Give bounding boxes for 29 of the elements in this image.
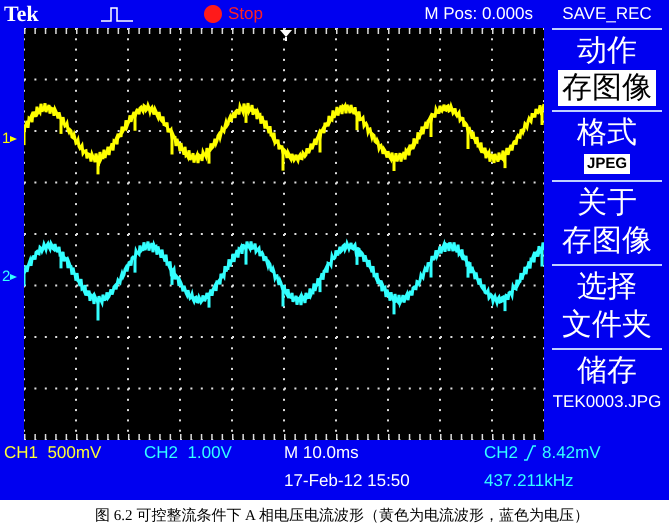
brand-logo: Tek <box>4 1 40 27</box>
figure-caption: 图 6.2 可控整流条件下 A 相电压电流波形（黄色为电流波形，蓝色为电压） <box>94 506 590 525</box>
menu-label[interactable]: 格式 <box>577 114 637 152</box>
menu-label[interactable]: 动作 <box>577 32 637 70</box>
arrow-icon <box>10 134 18 142</box>
frequency-readout: 437.211kHz <box>484 471 574 491</box>
rising-edge-icon <box>524 445 536 461</box>
menu-label[interactable]: 储存 <box>577 352 637 390</box>
trigger-source: CH2 <box>484 443 518 463</box>
menu-value[interactable]: 存图像 <box>558 70 656 106</box>
menu-value[interactable]: JPEG <box>584 154 630 174</box>
menu-label[interactable]: 关于 <box>577 184 637 222</box>
menu-label[interactable]: 存图像 <box>562 222 652 260</box>
trigger-level: 8.42mV <box>542 443 601 463</box>
menu-label[interactable]: 选择 <box>577 268 637 306</box>
position-readout: M Pos: 0.000s <box>424 4 533 24</box>
scale-readout: CH1 500mV <box>4 443 102 463</box>
menu-label[interactable]: 文件夹 <box>562 306 652 344</box>
channel-marker: 2 <box>2 268 10 285</box>
menu-value[interactable]: TEK0003.JPG <box>552 390 662 414</box>
arrow-icon <box>10 272 18 280</box>
pulse-icon <box>100 6 134 22</box>
scale-readout: M 10.0ms <box>284 443 360 463</box>
date-time: 17-Feb-12 15:50 <box>284 471 411 491</box>
scale-readout: CH2 1.00V <box>144 443 233 463</box>
channel-marker: 1 <box>2 130 10 147</box>
menu-title: SAVE_REC <box>562 3 652 25</box>
trigger-position-icon <box>280 30 292 41</box>
run-status: Stop <box>228 4 263 24</box>
